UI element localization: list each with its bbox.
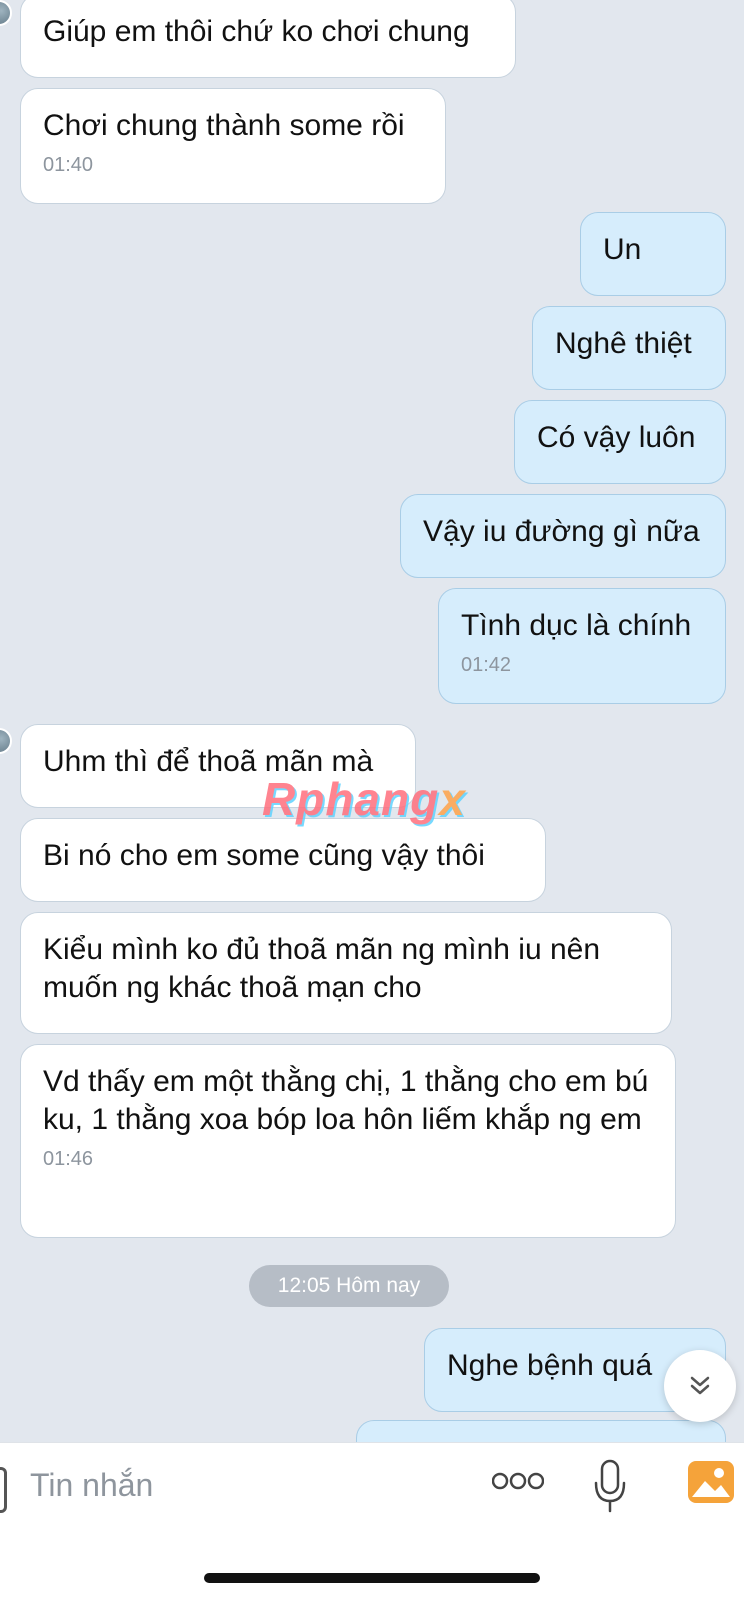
message-text: Bi nó cho em some cũng vậy thôi [43,839,485,872]
photo-icon[interactable] [688,1461,734,1503]
more-dots-icon[interactable] [492,1471,544,1491]
message-text: Vậy iu đường gì nữa [423,515,700,548]
message-bubble-outgoing-partial[interactable] [356,1420,726,1442]
message-bubble-incoming[interactable]: Chơi chung thành some rồi 01:40 [20,88,446,204]
emoji-icon[interactable] [0,1467,7,1513]
message-bubble-incoming[interactable]: Bi nó cho em some cũng vậy thôi [20,818,546,902]
message-text: Tình dục là chính [461,609,692,642]
message-time: 01:46 [43,1148,94,1170]
message-text: Chơi chung thành some rồi [43,109,405,142]
message-bubble-outgoing[interactable]: Có vậy luôn [514,400,726,484]
watermark-logo: Rphangx [262,773,466,825]
message-input[interactable]: Tin nhắn [30,1465,153,1505]
contact-avatar[interactable] [0,728,12,754]
home-indicator [204,1573,540,1583]
message-text: Kiểu mình ko đủ thoã mãn ng mình iu nên … [43,933,609,1004]
microphone-icon[interactable] [592,1459,628,1515]
message-bubble-outgoing[interactable]: Un [580,212,726,296]
message-text: Un [603,233,642,266]
date-divider: 12:05 Hôm nay [249,1265,449,1307]
message-bubble-outgoing[interactable]: Nghê thiệt [532,306,726,390]
message-text: Giúp em thôi chứ ko chơi chung [43,15,470,48]
message-bubble-incoming[interactable]: Vd thấy em một thằng chị, 1 thằng cho em… [20,1044,676,1238]
message-text: Nghê thiệt [555,327,692,360]
message-bubble-incoming[interactable]: Giúp em thôi chứ ko chơi chung [20,0,516,78]
message-time: 01:40 [43,154,94,176]
scroll-down-button[interactable] [664,1350,736,1422]
message-text: Có vậy luôn [537,421,696,454]
chevron-double-down-icon [690,1376,710,1395]
message-bubble-outgoing[interactable]: Vậy iu đường gì nữa [400,494,726,578]
message-bubble-outgoing[interactable]: Tình dục là chính 01:42 [438,588,726,704]
chat-area[interactable]: Giúp em thôi chứ ko chơi chung Chơi chun… [0,0,744,1442]
message-bubble-incoming[interactable]: Kiểu mình ko đủ thoã mãn ng mình iu nên … [20,912,672,1034]
contact-avatar[interactable] [0,0,12,26]
message-time: 01:42 [461,654,512,676]
message-text: Vd thấy em một thằng chị, 1 thằng cho em… [43,1065,657,1136]
